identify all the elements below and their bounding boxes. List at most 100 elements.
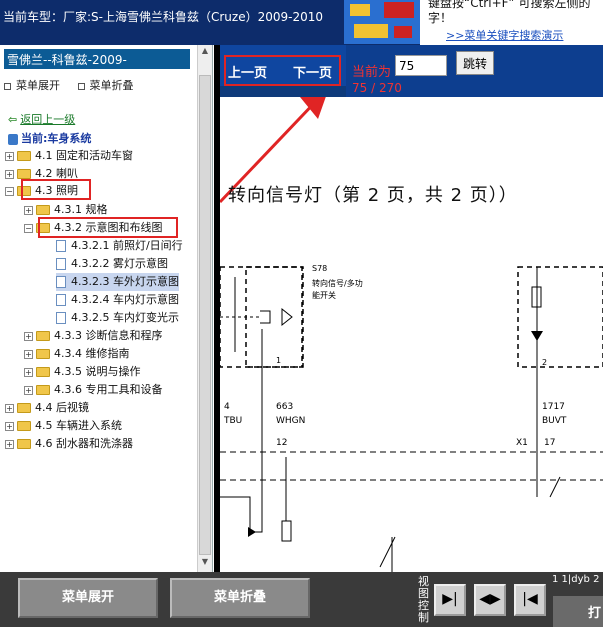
tree-controls: 菜单展开 菜单折叠 — [4, 77, 148, 93]
plus-icon: + — [24, 205, 33, 215]
diagram-title: 转向信号灯（第 2 页，共 2 页）） — [228, 185, 518, 206]
label-pin17: 17 — [544, 438, 555, 448]
highlight-box-nav — [224, 55, 341, 86]
tree-node-4-3-6[interactable]: +4.3.6 专用工具和设备 — [24, 381, 163, 399]
status-info: 1 1|dyb 2 — [552, 574, 600, 585]
current-section-label: 当前:车身系统 — [8, 130, 91, 146]
tree-node-4-1[interactable]: +4.1 固定和活动车窗 — [5, 147, 133, 165]
jump-button[interactable]: 跳转 — [456, 51, 494, 75]
return-wire — [220, 496, 263, 533]
page-number-input[interactable] — [395, 55, 447, 76]
minus-icon: − — [24, 223, 33, 233]
tree-collapse-link[interactable]: 菜单折叠 — [77, 79, 134, 92]
logo-image — [344, 0, 420, 44]
switch-s78-box — [245, 266, 304, 368]
document-icon — [56, 294, 66, 306]
bottom-toolbar: 菜单展开 菜单折叠 视图控制 ▶| ◀▶ |◀ 1 1|dyb 2 打 — [0, 572, 603, 627]
led-symbol — [531, 331, 543, 341]
folder-icon — [17, 169, 31, 179]
label-pin1: 1 — [276, 356, 281, 365]
plus-icon: + — [24, 331, 33, 341]
folder-icon — [36, 349, 50, 359]
menu-expand-button[interactable]: 菜单展开 — [18, 578, 158, 618]
collapse-icon — [77, 82, 85, 90]
search-tip-panel: 键盘按“Ctrl+F” 可搜索左侧的字！ >>菜单关键字搜索演示 — [420, 0, 603, 45]
page-nav: 上一页 下一页 — [220, 45, 346, 86]
plus-icon: + — [5, 151, 14, 161]
search-demo-link[interactable]: >>菜单关键字搜索演示 — [446, 27, 563, 43]
cylinder-icon — [8, 133, 18, 145]
view-control-label: 视图控制 — [418, 575, 429, 624]
view-left-icon[interactable]: |◀ — [514, 584, 546, 616]
tree-scrollbar[interactable]: ▲ ▼ — [197, 45, 212, 572]
scroll-up-icon[interactable]: ▲ — [199, 46, 211, 60]
label-s78: S78 — [312, 264, 327, 273]
plus-icon: + — [24, 349, 33, 359]
plus-icon: + — [5, 403, 14, 413]
print-button[interactable]: 打 — [553, 596, 603, 627]
tree-title: 雪佛兰--科鲁兹-2009- — [4, 49, 190, 69]
menu-tree-panel: 雪佛兰--科鲁兹-2009- 菜单展开 菜单折叠 ⇦ 返回上一级 当前:车身系统 … — [0, 45, 213, 572]
folder-icon — [17, 439, 31, 449]
label-wire663-color: WHGN — [276, 416, 305, 426]
highlight-box-lighting — [21, 179, 91, 200]
current-page-label: 当前为 — [352, 65, 392, 80]
label-wire1717: 1717 — [542, 402, 565, 412]
tree-node-4-6[interactable]: +4.6 刮水器和洗涤器 — [5, 435, 133, 453]
expand-icon — [4, 82, 11, 90]
view-split-icon[interactable]: ◀▶ — [474, 584, 506, 616]
document-icon — [56, 312, 66, 324]
folder-icon — [36, 367, 50, 377]
tree-expand-link[interactable]: 菜单展开 — [4, 79, 60, 92]
folder-icon — [17, 421, 31, 431]
tree-leaf-4-3-2-1[interactable]: 4.3.2.1 前照灯/日间行 — [56, 237, 183, 255]
scroll-thumb[interactable] — [199, 75, 211, 555]
search-tip-text: 键盘按“Ctrl+F” 可搜索左侧的字！ — [428, 0, 591, 25]
tree-leaf-4-3-2-4[interactable]: 4.3.2.4 车内灯示意图 — [56, 291, 179, 309]
back-link[interactable]: ⇦ 返回上一级 — [8, 111, 75, 127]
label-x1: X1 — [516, 438, 528, 448]
label-s78-desc1: 转向信号/多功 — [312, 278, 363, 288]
tree-node-4-4[interactable]: +4.4 后视镜 — [5, 399, 89, 417]
top-bar: 当前车型：厂家:S-上海雪佛兰科鲁兹（Cruze）2009-2010 键盘按“C… — [0, 0, 603, 45]
folder-icon — [36, 205, 50, 215]
label-pin2: 2 — [542, 358, 547, 367]
tree-node-4-3-5[interactable]: +4.3.5 说明与操作 — [24, 363, 141, 381]
menu-collapse-button[interactable]: 菜单折叠 — [170, 578, 310, 618]
tree-node-4-3-4[interactable]: +4.3.4 维修指南 — [24, 345, 130, 363]
document-icon — [56, 276, 66, 288]
tree-leaf-4-3-2-3[interactable]: 4.3.2.3 车外灯示意图 — [56, 273, 179, 291]
label-wire4: 4 — [224, 402, 230, 412]
label-s78-desc2: 能开关 — [312, 290, 336, 300]
plus-icon: + — [24, 367, 33, 377]
page-count: 75 / 270 — [352, 81, 402, 95]
page-jump-panel: 当前为 跳转 75 / 270 — [346, 45, 603, 97]
tree-node-4-3-3[interactable]: +4.3.3 诊断信息和程序 — [24, 327, 163, 345]
callout-arrowhead — [300, 97, 326, 119]
label-wire1717-color: BUVT — [542, 416, 567, 426]
label-wire663: 663 — [276, 402, 293, 412]
tree-leaf-4-3-2-5[interactable]: 4.3.2.5 车内灯变光示 — [56, 309, 179, 327]
tree-node-4-5[interactable]: +4.5 车辆进入系统 — [5, 417, 122, 435]
back-arrow-icon: ⇦ — [8, 113, 18, 126]
minus-icon: − — [5, 186, 14, 196]
scroll-down-icon[interactable]: ▼ — [199, 557, 211, 571]
diagram-sheet: S78 转向信号/多功 能开关 1 663 WHGN 4 TBU 12 2 17… — [220, 97, 603, 572]
tree-leaf-4-3-2-2[interactable]: 4.3.2.2 雾灯示意图 — [56, 255, 168, 273]
document-icon — [56, 240, 66, 252]
folder-icon — [17, 151, 31, 161]
label-pin12: 12 — [276, 438, 287, 448]
arrow-symbol — [281, 307, 293, 327]
label-wire4-color: TBU — [223, 416, 242, 426]
folder-icon — [17, 403, 31, 413]
contact-symbol — [260, 310, 271, 324]
plus-icon: + — [5, 421, 14, 431]
document-icon — [56, 258, 66, 270]
plus-icon: + — [5, 169, 14, 179]
folder-icon — [36, 385, 50, 395]
vehicle-title: 当前车型：厂家:S-上海雪佛兰科鲁兹（Cruze）2009-2010 — [3, 10, 323, 24]
plus-icon: + — [24, 385, 33, 395]
folder-icon — [36, 331, 50, 341]
view-right-icon[interactable]: ▶| — [434, 584, 466, 616]
resistor — [281, 520, 292, 542]
